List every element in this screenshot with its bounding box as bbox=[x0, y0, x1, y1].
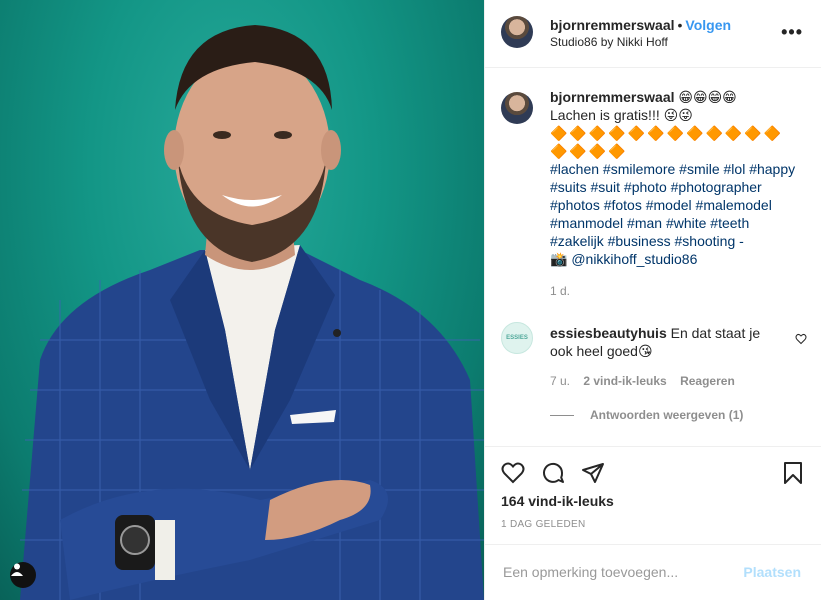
paper-plane-icon[interactable] bbox=[581, 461, 605, 490]
post-timestamp: 1 DAG GELEDEN bbox=[501, 519, 586, 530]
commenter-username[interactable]: essiesbeautyhuis bbox=[550, 325, 667, 341]
comment-text: essiesbeautyhuis En dat staat je ook hee… bbox=[550, 324, 780, 360]
caption-line: Lachen is gratis!!! 😜😜 bbox=[550, 107, 693, 123]
caption-username[interactable]: bjornremmerswaal bbox=[550, 89, 675, 105]
caption-age: 1 d. bbox=[550, 284, 571, 298]
add-comment-bar: Plaatsen bbox=[485, 544, 821, 600]
comment-likes[interactable]: 2 vind-ik-leuks bbox=[583, 374, 666, 388]
author-avatar[interactable] bbox=[501, 16, 533, 48]
instagram-post: bjornremmerswaal • Volgen Studio86 by Nikk… bbox=[0, 0, 821, 600]
commenter-avatar[interactable]: ESSIES bbox=[501, 322, 533, 354]
comment-bubble-icon[interactable] bbox=[541, 461, 565, 490]
post-photo[interactable] bbox=[0, 0, 484, 600]
post-comment-button[interactable]: Plaatsen bbox=[743, 564, 801, 580]
caption-diamonds-row1: 🔶🔶🔶🔶🔶🔶🔶🔶🔶🔶🔶🔶 bbox=[550, 125, 784, 141]
post-actions: 164 vind-ik-leuks 1 DAG GELEDEN bbox=[485, 446, 821, 550]
caption-emojis: 😁😁😁😁 bbox=[678, 89, 737, 105]
caption-avatar[interactable] bbox=[501, 92, 533, 124]
comment-meta: 7 u. 2 vind-ik-leuks Reageren bbox=[550, 374, 745, 388]
comment-input[interactable] bbox=[501, 563, 725, 581]
post-header: bjornremmerswaal • Volgen Studio86 by Nikk… bbox=[485, 0, 821, 68]
caption-diamonds-row2: 🔶🔶🔶🔶 bbox=[550, 143, 628, 159]
photo-credit[interactable]: 📸 @nikkihoff_studio86 bbox=[550, 250, 805, 268]
comment-like-heart-icon[interactable] bbox=[795, 332, 807, 350]
view-replies-label: Antwoorden weergeven (1) bbox=[590, 408, 744, 422]
likes-count[interactable]: 164 vind-ik-leuks bbox=[501, 493, 614, 509]
caption-text: bjornremmerswaal 😁😁😁😁 Lachen is gratis!!… bbox=[550, 88, 805, 300]
caption-hashtags[interactable]: #lachen #smilemore #smile #lol #happy #s… bbox=[550, 160, 805, 250]
follow-button[interactable]: Volgen bbox=[685, 17, 731, 33]
author-line: bjornremmerswaal • Volgen bbox=[550, 17, 731, 35]
author-username[interactable]: bjornremmerswaal bbox=[550, 17, 675, 33]
portrait-illustration bbox=[20, 25, 484, 600]
comment-age: 7 u. bbox=[550, 374, 571, 388]
heart-icon[interactable] bbox=[501, 461, 525, 490]
user-tag-icon[interactable] bbox=[10, 562, 36, 588]
post-side-panel: bjornremmerswaal • Volgen Studio86 by Nikk… bbox=[484, 0, 821, 600]
bookmark-icon[interactable] bbox=[781, 461, 805, 490]
view-replies-button[interactable]: Antwoorden weergeven (1) bbox=[550, 408, 743, 422]
location-link[interactable]: Studio86 by Nikki Hoff bbox=[550, 35, 668, 49]
separator-dot: • bbox=[677, 17, 683, 33]
more-options-icon[interactable]: ••• bbox=[781, 22, 803, 43]
reply-button[interactable]: Reageren bbox=[680, 374, 735, 388]
replies-divider bbox=[550, 415, 574, 417]
